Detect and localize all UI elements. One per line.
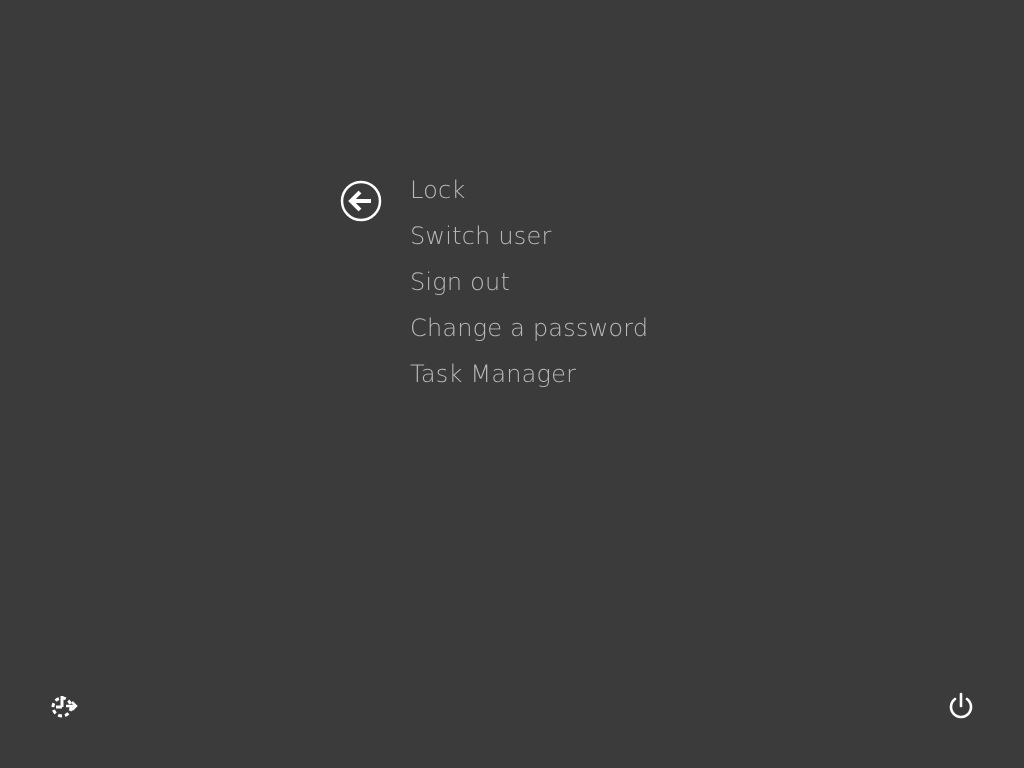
security-options-menu: Lock Switch user Sign out Change a passw…: [410, 168, 648, 398]
ease-of-access-icon: [51, 696, 78, 718]
menu-item-task-manager[interactable]: Task Manager: [410, 352, 648, 398]
menu-item-sign-out[interactable]: Sign out: [410, 260, 648, 306]
back-arrow-circle-icon: [340, 180, 382, 222]
security-options-screen: Lock Switch user Sign out Change a passw…: [0, 0, 1024, 768]
menu-item-switch-user[interactable]: Switch user: [410, 214, 648, 260]
menu-item-change-password[interactable]: Change a password: [410, 306, 648, 352]
ease-of-access-button[interactable]: [48, 690, 80, 722]
back-button[interactable]: [340, 180, 382, 222]
power-button[interactable]: [944, 689, 978, 723]
menu-item-lock[interactable]: Lock: [410, 168, 648, 214]
power-icon: [949, 692, 973, 719]
